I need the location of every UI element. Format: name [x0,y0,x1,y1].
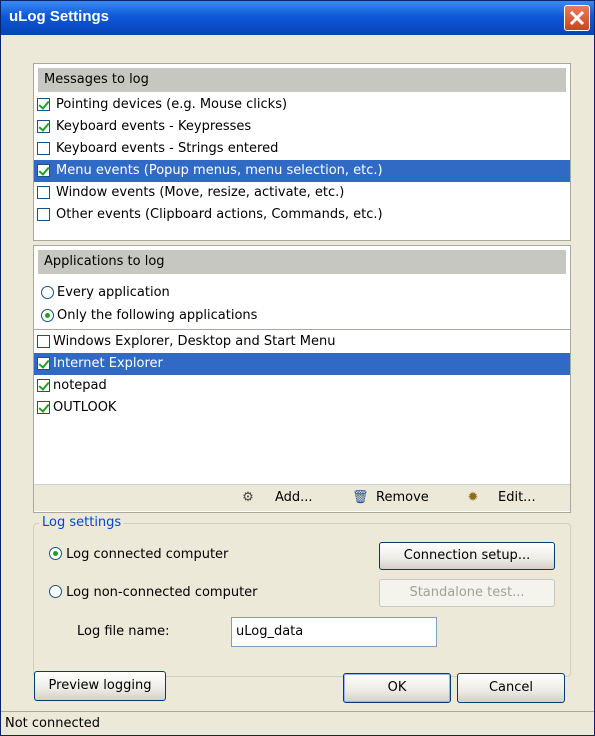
remove-label: Remove [376,490,429,505]
radio-button[interactable] [49,585,62,598]
messages-header: Messages to log [38,68,566,92]
radio-log-nonconnected[interactable]: Log non-connected computer [49,585,258,600]
checkbox[interactable] [37,120,50,133]
close-icon [569,10,585,26]
window-title: uLog Settings [9,8,109,25]
radio-button[interactable] [41,309,54,322]
log-settings-legend: Log settings [39,515,125,530]
checkbox[interactable] [37,164,50,177]
message-option-label: Keyboard events - Keypresses [56,119,252,134]
checkbox[interactable] [37,142,50,155]
edit-gear-icon: ✹ [467,490,479,505]
message-option[interactable]: Pointing devices (e.g. Mouse clicks) [34,94,570,116]
checkbox[interactable] [37,98,50,111]
radio-only-following[interactable]: Only the following applications [34,305,570,327]
message-option-label: Window events (Move, resize, activate, e… [56,185,345,200]
applications-group: Applications to log Every application On… [33,245,571,513]
add-label: Add... [275,490,313,505]
application-item-label: Windows Explorer, Desktop and Start Menu [53,334,336,349]
message-option-label: Menu events (Popup menus, menu selection… [56,163,383,178]
message-option[interactable]: Keyboard events - Strings entered [34,138,570,160]
radio-label: Every application [57,285,170,300]
cancel-button[interactable]: Cancel [457,673,565,703]
standalone-test-button[interactable]: Standalone test... [379,579,555,607]
remove-app-button[interactable]: 🗑 Remove [352,489,429,507]
list-separator [34,329,570,330]
message-option-label: Keyboard events - Strings entered [56,141,279,156]
message-option-label: Other events (Clipboard actions, Command… [56,207,383,222]
radio-button[interactable] [41,286,54,299]
log-file-name-label: Log file name: [77,624,170,639]
application-item[interactable]: Windows Explorer, Desktop and Start Menu [34,331,570,353]
add-app-button[interactable]: ⚙ Add... [241,489,313,507]
application-item-label: notepad [53,378,107,393]
settings-window: uLog Settings Messages to log Pointing d… [0,0,595,736]
app-toolbar: ⚙ Add... 🗑 Remove ✹ Edit... [34,484,570,511]
checkbox[interactable] [37,401,50,414]
application-item[interactable]: Internet Explorer [34,353,570,375]
applications-header: Applications to log [38,250,566,274]
message-option-label: Pointing devices (e.g. Mouse clicks) [56,97,288,112]
checkbox[interactable] [37,186,50,199]
add-app-icon: ⚙ [242,490,254,505]
edit-app-button[interactable]: ✹ Edit... [466,489,536,507]
checkbox[interactable] [37,335,50,348]
messages-group: Messages to log Pointing devices (e.g. M… [33,63,571,241]
trash-icon: 🗑 [352,490,369,505]
connection-setup-button[interactable]: Connection setup... [379,542,555,570]
checkbox[interactable] [37,208,50,221]
checkbox[interactable] [37,357,50,370]
radio-log-connected[interactable]: Log connected computer [49,547,228,562]
application-item[interactable]: OUTLOOK [34,397,570,419]
preview-logging-button[interactable]: Preview logging [34,671,166,701]
checkbox[interactable] [37,379,50,392]
radio-every-application[interactable]: Every application [34,282,570,304]
radio-button[interactable] [49,547,62,560]
message-option[interactable]: Other events (Clipboard actions, Command… [34,204,570,226]
message-option[interactable]: Window events (Move, resize, activate, e… [34,182,570,204]
status-bar: Not connected [1,711,594,735]
edit-label: Edit... [498,490,536,505]
application-item-label: Internet Explorer [53,356,163,371]
application-item-label: OUTLOOK [53,400,117,415]
radio-label: Log non-connected computer [66,585,258,600]
radio-label: Log connected computer [66,547,229,562]
ok-button[interactable]: OK [343,673,451,703]
log-file-name-input[interactable]: uLog_data [231,617,437,647]
application-item[interactable]: notepad [34,375,570,397]
radio-label: Only the following applications [57,308,258,323]
message-option[interactable]: Menu events (Popup menus, menu selection… [34,160,570,182]
message-option[interactable]: Keyboard events - Keypresses [34,116,570,138]
close-button[interactable] [564,5,590,31]
title-bar[interactable]: uLog Settings [1,1,594,35]
